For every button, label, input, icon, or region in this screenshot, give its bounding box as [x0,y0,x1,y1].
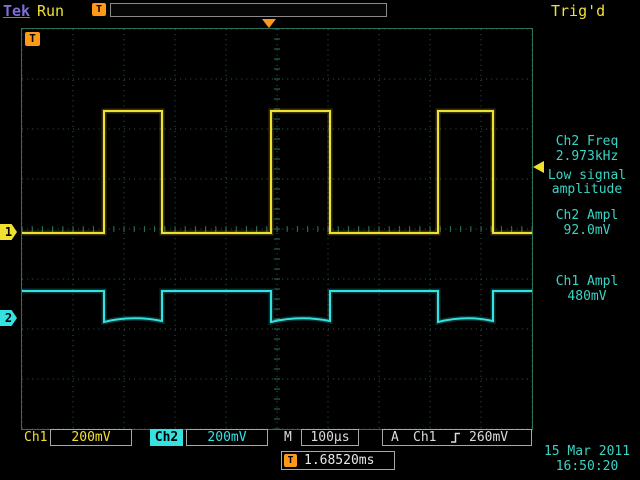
trigger-level-readout: 260mV [469,430,508,445]
ch2-scale-readout: 200mV [186,429,268,446]
trigger-position-arrow-icon [262,19,276,28]
measurement-warning-line1: Low signal [534,168,640,183]
date-readout: 15 Mar 2011 [534,444,640,459]
ch2-ground-badge: 2 [0,310,17,326]
trigger-t-badge: T [25,32,40,46]
ch1-readout-label: Ch1 [24,430,47,445]
trigger-status: Trig'd [551,2,605,20]
ch2-readout-label: Ch2 [150,429,183,446]
trigger-time-value: 1.68520ms [304,453,374,468]
rising-edge-icon [449,431,462,444]
ch1-scale-readout: 200mV [50,429,132,446]
measurement-ch1-ampl-value: 480mV [534,289,640,304]
trigger-readout: A Ch1 260mV [382,429,532,446]
ch2-trace-glow [22,291,532,322]
measurement-ch2-freq-label: Ch2 Freq [534,134,640,149]
trigger-system-label: A [391,430,399,445]
trigger-time-readout: T 1.68520ms [281,451,395,470]
tek-logo: Tek [3,2,30,20]
measurement-warning-line2: amplitude [534,182,640,197]
ch1-ground-badge: 1 [0,224,17,240]
acquisition-state: Run [37,2,64,20]
graticule: T [21,28,533,430]
measurement-ch2-ampl-label: Ch2 Ampl [534,208,640,223]
timebase-readout: 100µs [301,429,359,446]
trigger-time-badge-icon: T [284,454,297,467]
trigger-source-label: Ch1 [413,430,436,445]
trigger-marker-icon: T [92,3,106,16]
timebase-label: M [284,430,292,445]
measurement-ch2-freq-value: 2.973kHz [534,149,640,164]
measurement-ch1-ampl-label: Ch1 Ampl [534,274,640,289]
record-position-bar [110,3,387,17]
measurement-ch2-ampl-value: 92.0mV [534,223,640,238]
time-readout: 16:50:20 [534,459,640,474]
waveform-display [22,29,532,429]
